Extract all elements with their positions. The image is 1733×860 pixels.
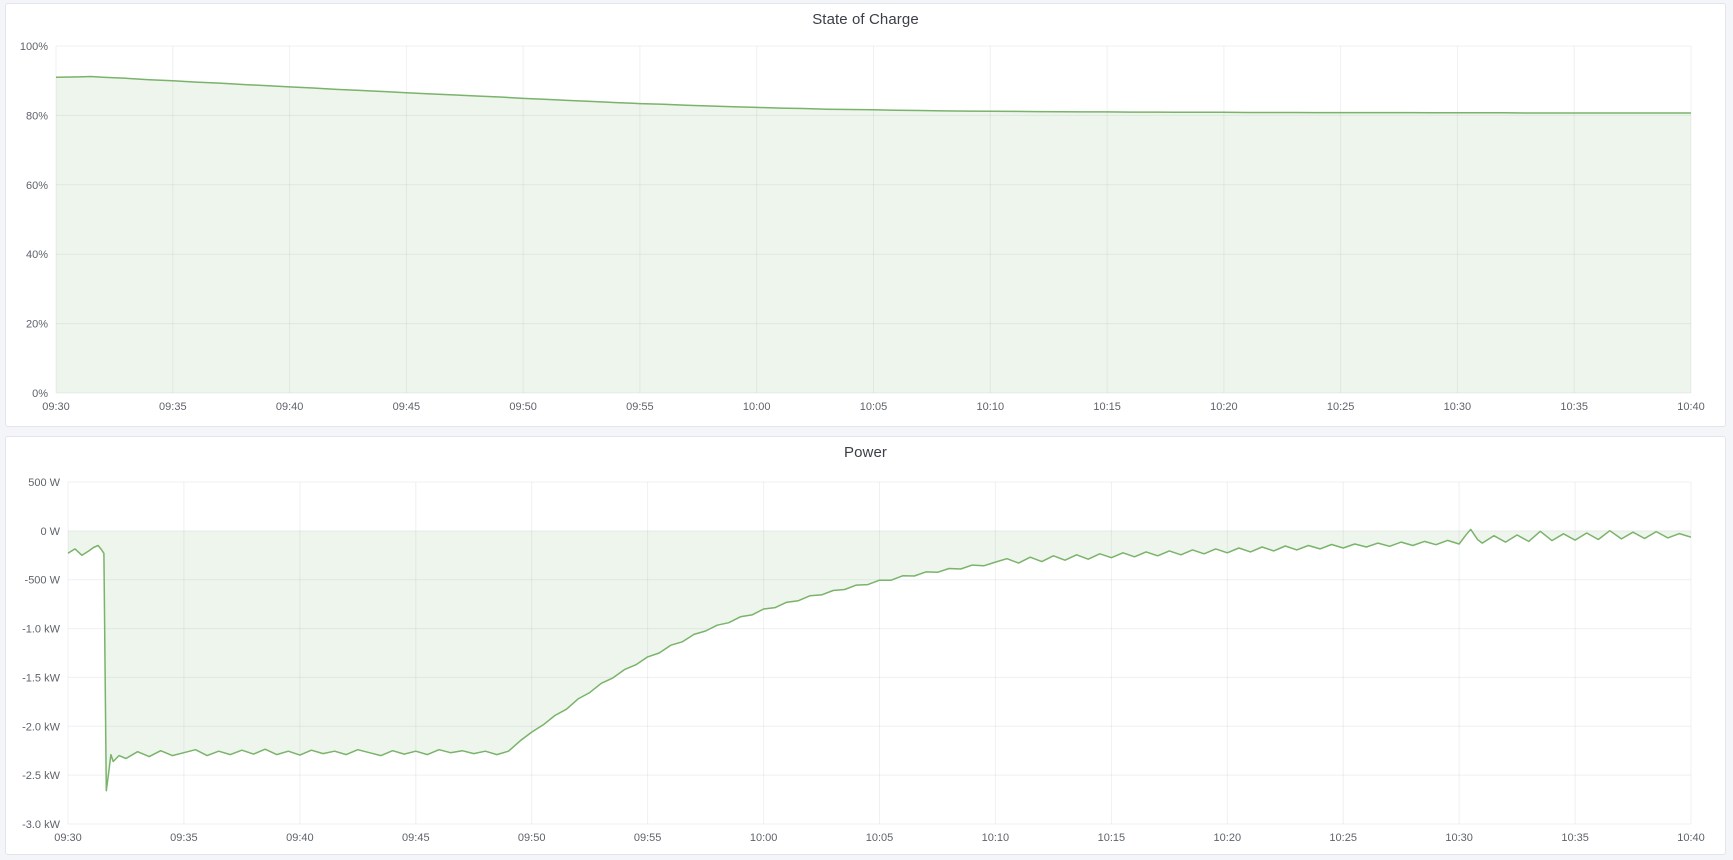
x-tick-label: 10:00 xyxy=(743,401,771,413)
chart-canvas[interactable]: 09:30 09:35 09:40 09:45 09:50 09:55 10:00 10:05… xyxy=(6,34,1725,426)
panel-title-state-of-charge: State of Charge xyxy=(6,4,1725,34)
x-tick-label: 10:15 xyxy=(1098,832,1126,844)
y-tick-label: 40% xyxy=(26,249,48,261)
x-tick-label: 10:25 xyxy=(1327,401,1355,413)
x-tick-label: 09:55 xyxy=(634,832,662,844)
x-tick-label: 10:05 xyxy=(860,401,888,413)
x-tick-label: 09:40 xyxy=(276,401,304,413)
x-tick-label: 10:05 xyxy=(866,832,894,844)
y-tick-label: -2.5 kW xyxy=(22,770,61,782)
dashboard: State of Charge 09:30 09:35 09:40 09:45 09:5… xyxy=(0,0,1733,860)
x-tick-label: 10:20 xyxy=(1210,401,1238,413)
series-area xyxy=(56,77,1691,394)
x-tick-label: 10:30 xyxy=(1444,401,1472,413)
y-tick-label: -2.0 kW xyxy=(22,721,61,733)
x-tick-label: 09:30 xyxy=(42,401,70,413)
x-tick-label: 10:10 xyxy=(977,401,1005,413)
x-tick-label: 09:30 xyxy=(54,832,82,844)
y-tick-label: 500 W xyxy=(28,477,60,489)
x-tick-label: 09:45 xyxy=(402,832,430,844)
y-tick-label: -1.5 kW xyxy=(22,672,61,684)
x-tick-label: 09:35 xyxy=(170,832,198,844)
x-tick-label: 09:50 xyxy=(518,832,546,844)
x-tick-label: 10:30 xyxy=(1445,832,1473,844)
x-tick-label: 10:20 xyxy=(1214,832,1242,844)
x-tick-label: 10:25 xyxy=(1329,832,1357,844)
panel-state-of-charge: State of Charge 09:30 09:35 09:40 09:45 09:5… xyxy=(5,3,1726,427)
x-tick-label: 10:35 xyxy=(1561,832,1589,844)
x-tick-label: 09:50 xyxy=(509,401,537,413)
y-tick-label: -1.0 kW xyxy=(22,624,61,636)
x-tick-label: 09:45 xyxy=(393,401,421,413)
y-tick-label: -3.0 kW xyxy=(22,819,61,831)
y-tick-label: -500 W xyxy=(25,575,61,587)
y-tick-label: 100% xyxy=(20,41,48,53)
x-tick-label: 10:00 xyxy=(750,832,778,844)
y-tick-label: 60% xyxy=(26,180,48,192)
x-tick-label: 10:35 xyxy=(1560,401,1588,413)
chart-canvas[interactable]: 09:30 09:35 09:40 09:45 09:50 09:55 10:00 10:05… xyxy=(6,467,1725,854)
x-tick-label: 10:40 xyxy=(1677,401,1705,413)
y-tick-label: 20% xyxy=(26,319,48,331)
chart-state-of-charge[interactable]: 09:30 09:35 09:40 09:45 09:50 09:55 10:00 10:05… xyxy=(6,34,1725,426)
y-tick-label: 0 W xyxy=(40,526,60,538)
x-tick-label: 09:40 xyxy=(286,832,314,844)
y-tick-label: 0% xyxy=(32,388,48,400)
panel-title-power: Power xyxy=(6,437,1725,467)
x-tick-label: 10:40 xyxy=(1677,832,1705,844)
x-tick-label: 10:15 xyxy=(1093,401,1121,413)
x-tick-label: 09:35 xyxy=(159,401,187,413)
panel-power: Power 09:30 09:35 09:40 09:45 09:50 09:55 10:0… xyxy=(5,436,1726,855)
x-tick-label: 09:55 xyxy=(626,401,654,413)
x-tick-label: 10:10 xyxy=(982,832,1010,844)
y-tick-label: 80% xyxy=(26,110,48,122)
chart-power[interactable]: 09:30 09:35 09:40 09:45 09:50 09:55 10:00 10:05… xyxy=(6,467,1725,854)
